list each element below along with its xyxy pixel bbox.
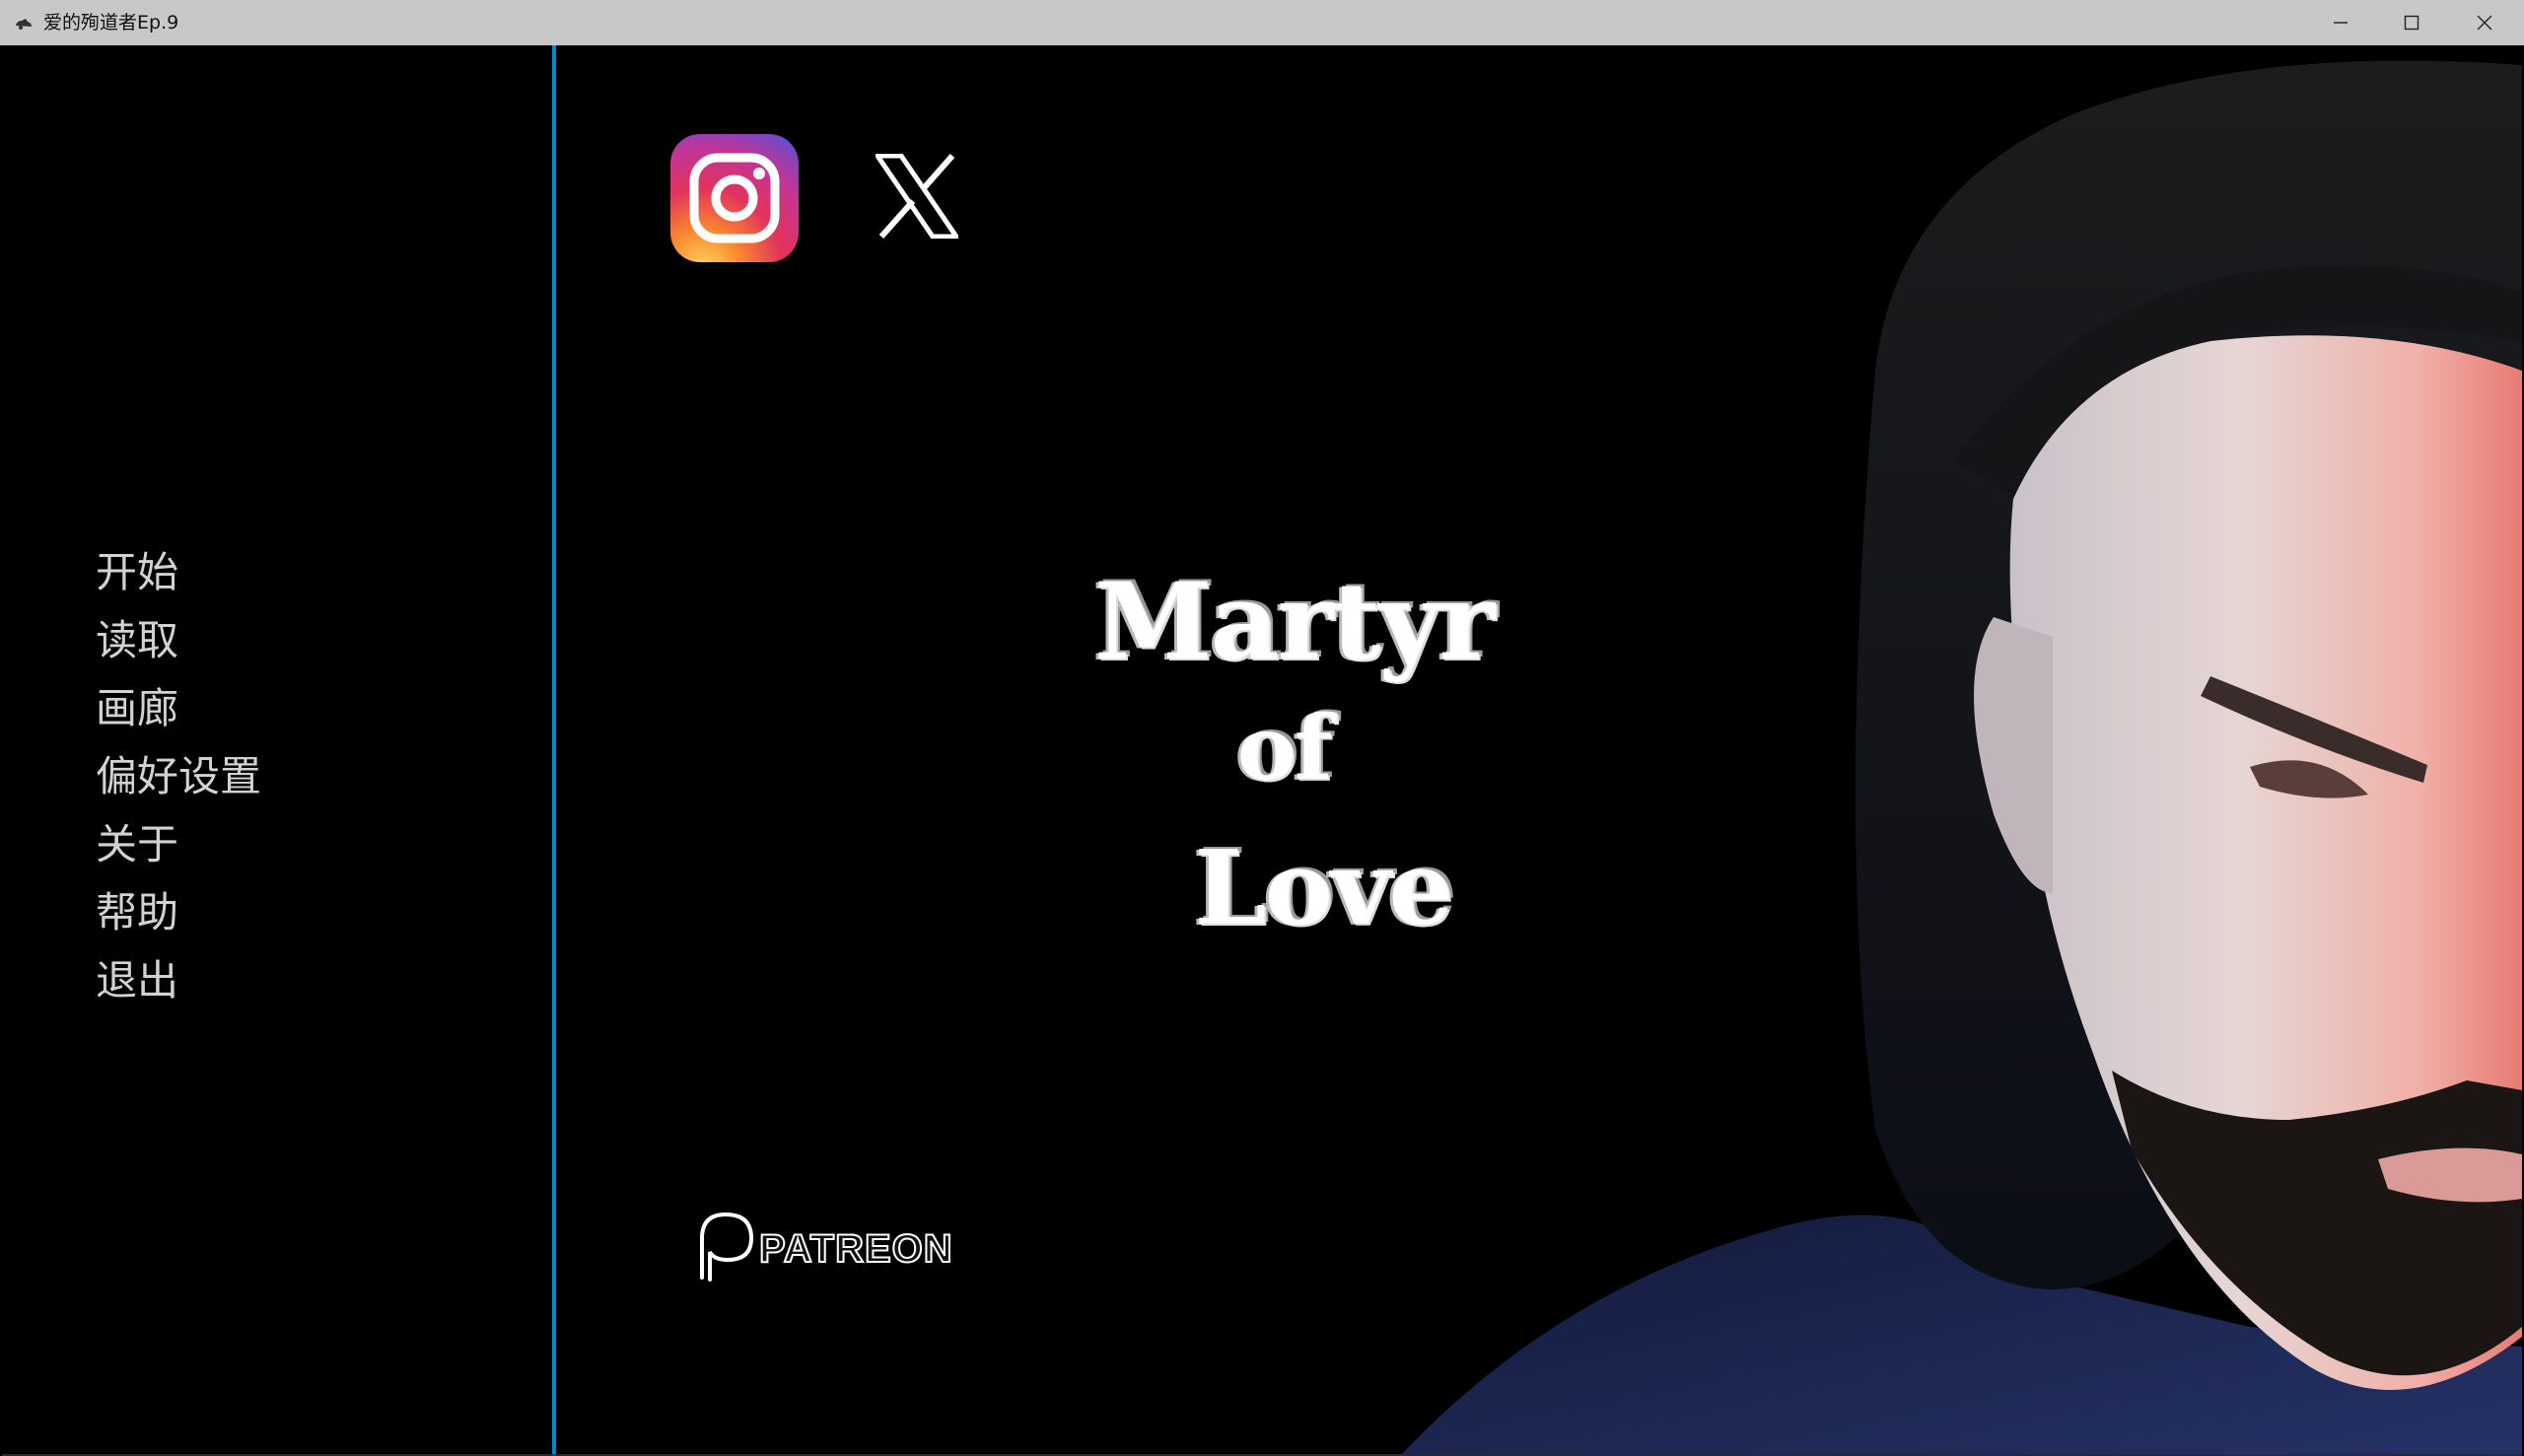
app-icon — [16, 19, 32, 30]
character-portrait — [1402, 60, 2522, 1454]
menu-item-preferences[interactable]: 偏好设置 — [96, 742, 510, 810]
menu-item-about[interactable]: 关于 — [96, 810, 510, 878]
menu-item-start[interactable]: 开始 — [96, 538, 510, 606]
close-icon — [2477, 15, 2492, 31]
menu-item-gallery[interactable]: 画廊 — [96, 674, 510, 742]
game-window: 爱的殉道者Ep.9 开始 读取 画廊 偏好设置 关于 帮助 退出 Martyr … — [0, 0, 2524, 1456]
maximize-icon — [2404, 15, 2419, 31]
patreon-label: PATREON — [758, 1226, 953, 1272]
x-icon[interactable] — [876, 154, 958, 239]
minimize-icon — [2334, 22, 2348, 24]
minimize-button[interactable] — [2305, 0, 2376, 45]
main-menu: 开始 读取 画廊 偏好设置 关于 帮助 退出 — [96, 538, 510, 1014]
instagram-icon[interactable] — [670, 134, 799, 262]
menu-item-load[interactable]: 读取 — [96, 606, 510, 674]
window-title: 爱的殉道者Ep.9 — [43, 12, 179, 34]
close-button[interactable] — [2449, 0, 2520, 45]
menu-divider — [552, 45, 556, 1454]
game-screen: 开始 读取 画廊 偏好设置 关于 帮助 退出 Martyr of Love PA… — [2, 45, 2522, 1456]
patreon-icon — [700, 1212, 754, 1282]
menu-item-help[interactable]: 帮助 — [96, 878, 510, 946]
menu-item-quit[interactable]: 退出 — [96, 946, 510, 1014]
patreon-link[interactable]: PATREON — [692, 1209, 978, 1283]
title-bar: 爱的殉道者Ep.9 — [0, 0, 2524, 45]
maximize-button[interactable] — [2376, 0, 2447, 45]
